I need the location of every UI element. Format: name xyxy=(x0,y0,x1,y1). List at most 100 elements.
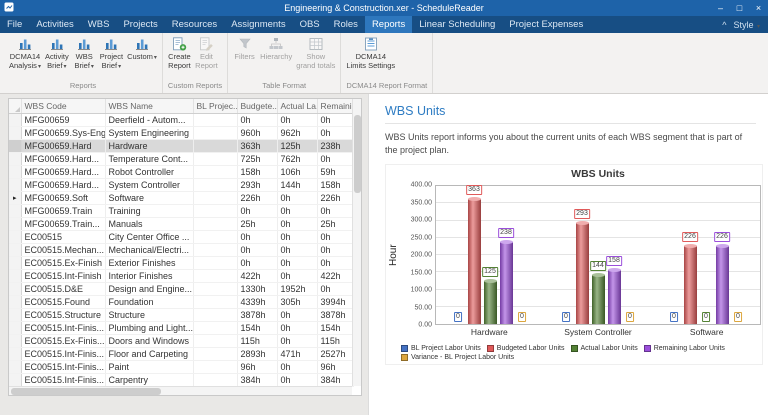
table-row[interactable]: EC00515City Center Office ...0h0h0h xyxy=(9,230,353,243)
cell: 363h xyxy=(237,139,277,152)
table-row[interactable]: MFG00659.Hard...Temperature Cont...725h7… xyxy=(9,152,353,165)
ribbon-button-hierarchy[interactable]: Hierarchy xyxy=(258,35,294,62)
legend-label: Variance - BL Project Labor Units xyxy=(411,354,514,361)
cell: 0h xyxy=(317,282,353,295)
ribbon-button-edit-report[interactable]: EditReport xyxy=(193,35,220,70)
tab-linear-scheduling[interactable]: Linear Scheduling xyxy=(412,16,502,33)
ribbon-button-dcma14-limits-settings[interactable]: DCMA14Limits Settings xyxy=(344,35,397,70)
ribbon-button-label: Brief▾ xyxy=(47,62,66,72)
table-row[interactable]: EC00515.D&EDesign and Engine...1330h1952… xyxy=(9,282,353,295)
bar-value-label: 226 xyxy=(682,232,698,242)
minimize-button[interactable]: – xyxy=(711,0,730,16)
table-row[interactable]: MFG00659.Sys-EngSystem Engineering960h96… xyxy=(9,126,353,139)
tab-projects[interactable]: Projects xyxy=(116,16,164,33)
cell: 0h xyxy=(317,126,353,139)
table-row[interactable]: EC00515.Int-Finis...Floor and Carpeting2… xyxy=(9,347,353,360)
report-chart-icon xyxy=(49,37,65,52)
cell: 0h xyxy=(317,152,353,165)
tab-project-expenses[interactable]: Project Expenses xyxy=(502,16,590,33)
bar-actual-labor-units-software: 0 xyxy=(699,186,713,324)
table-row[interactable]: EC00515.Ex-Finis...Doors and Windows115h… xyxy=(9,334,353,347)
cell xyxy=(193,243,237,256)
table-vertical-scrollbar[interactable] xyxy=(352,99,361,386)
tab-resources[interactable]: Resources xyxy=(165,16,224,33)
vertical-scroll-thumb[interactable] xyxy=(354,115,361,193)
ribbon-button-dcma14-analysis[interactable]: DCMA14Analysis▾ xyxy=(7,35,43,71)
cell: Interior Finishes xyxy=(105,269,193,282)
ribbon-button-show-grand-totals[interactable]: Showgrand totals xyxy=(294,35,337,70)
bar-shape xyxy=(592,275,605,325)
table-row[interactable]: EC00515.FoundFoundation4339h305h3994h xyxy=(9,295,353,308)
column-header-remainin[interactable]: Remainin... xyxy=(317,99,353,113)
row-gutter xyxy=(9,113,21,126)
menu-right: ^ Style ▾ xyxy=(722,16,768,33)
column-header-budgete[interactable]: Budgete... xyxy=(237,99,277,113)
select-all-corner[interactable] xyxy=(9,99,21,113)
ribbon-button-activity-brief[interactable]: ActivityBrief▾ xyxy=(43,35,71,71)
tab-assignments[interactable]: Assignments xyxy=(224,16,292,33)
table-row[interactable]: EC00515.StructureStructure3878h0h3878h xyxy=(9,308,353,321)
table-row[interactable]: EC00515.Ex-FinishExterior Finishes0h0h0h xyxy=(9,256,353,269)
cell: EC00515.Int-Finish xyxy=(21,269,105,282)
ribbon-button-project-brief[interactable]: ProjectBrief▾ xyxy=(98,35,125,71)
tab-activities[interactable]: Activities xyxy=(29,16,80,33)
table-row[interactable]: MFG00659.Train...Manuals25h0h25h xyxy=(9,217,353,230)
column-header-wbs-name[interactable]: WBS Name xyxy=(105,99,193,113)
table-row[interactable]: MFG00659.Hard...System Controller293h144… xyxy=(9,178,353,191)
column-header-bl-projec[interactable]: BL Projec... xyxy=(193,99,237,113)
y-tick-label: 150.00 xyxy=(411,269,432,276)
collapse-ribbon-icon[interactable]: ^ xyxy=(722,20,726,30)
column-header-wbs-code[interactable]: WBS Code xyxy=(21,99,105,113)
table-row[interactable]: MFG00659.HardHardware363h125h238h xyxy=(9,139,353,152)
dcma-limits-icon xyxy=(363,37,379,52)
bar-actual-labor-units-hardware: 125 xyxy=(483,186,497,324)
cell: 158h xyxy=(317,178,353,191)
cell xyxy=(193,217,237,230)
cell: 762h xyxy=(277,152,317,165)
table-row[interactable]: MFG00659Deerfield - Autom...0h0h0h xyxy=(9,113,353,126)
ribbon-button-create-report[interactable]: CreateReport xyxy=(166,35,193,70)
table-row[interactable]: EC00515.Int-Finis...Paint96h0h96h xyxy=(9,360,353,373)
close-button[interactable]: × xyxy=(749,0,768,16)
horizontal-scroll-thumb[interactable] xyxy=(11,388,161,395)
ribbon-button-label: Analysis▾ xyxy=(9,62,41,72)
legend-label: Actual Labor Units xyxy=(581,345,638,352)
bar-value-label: 0 xyxy=(562,312,570,322)
cell: Structure xyxy=(105,308,193,321)
table-row[interactable]: EC00515.Int-Finis...Carpentry384h0h384h xyxy=(9,373,353,386)
table-horizontal-scrollbar[interactable] xyxy=(9,386,352,395)
ribbon-button-custom[interactable]: Custom▾ xyxy=(125,35,159,63)
table-row[interactable]: EC00515.Int-Finis...Plumbing and Light..… xyxy=(9,321,353,334)
cell: 725h xyxy=(237,152,277,165)
style-label: Style xyxy=(733,20,753,30)
tab-file[interactable]: File xyxy=(0,16,29,33)
bar-actual-labor-units-system-controller: 144 xyxy=(591,186,605,324)
table-row[interactable]: MFG00659.Hard...Robot Controller158h106h… xyxy=(9,165,353,178)
cell xyxy=(193,204,237,217)
cell: Software xyxy=(105,191,193,204)
chevron-down-icon: ▾ xyxy=(64,64,67,70)
table-row[interactable]: EC00515.Mechan...Mechanical/Electri...0h… xyxy=(9,243,353,256)
cell: 0h xyxy=(277,230,317,243)
tab-wbs[interactable]: WBS xyxy=(81,16,117,33)
tab-reports[interactable]: Reports xyxy=(365,16,412,33)
cell xyxy=(193,191,237,204)
cell: 0h xyxy=(277,269,317,282)
table-row[interactable]: ▸MFG00659.SoftSoftware226h0h226h xyxy=(9,191,353,204)
tab-obs[interactable]: OBS xyxy=(293,16,327,33)
maximize-button[interactable]: □ xyxy=(730,0,749,16)
tab-roles[interactable]: Roles xyxy=(327,16,365,33)
cell: Paint xyxy=(105,360,193,373)
legend-label: Budgeted Labor Units xyxy=(497,345,565,352)
bar-value-label: 226 xyxy=(714,232,730,242)
bar-bl-project-labor-units-software: 0 xyxy=(667,186,681,324)
ribbon-button-filters[interactable]: Filters xyxy=(231,35,258,62)
column-header-actual-la[interactable]: Actual La... xyxy=(277,99,317,113)
cell xyxy=(193,334,237,347)
style-dropdown[interactable]: Style ▾ xyxy=(733,20,760,30)
cell: EC00515.D&E xyxy=(21,282,105,295)
table-row[interactable]: EC00515.Int-FinishInterior Finishes422h0… xyxy=(9,269,353,282)
ribbon-button-wbs-brief[interactable]: WBSBrief▾ xyxy=(71,35,98,71)
chevron-down-icon: ▾ xyxy=(154,55,157,61)
table-row[interactable]: MFG00659.TrainTraining0h0h0h xyxy=(9,204,353,217)
